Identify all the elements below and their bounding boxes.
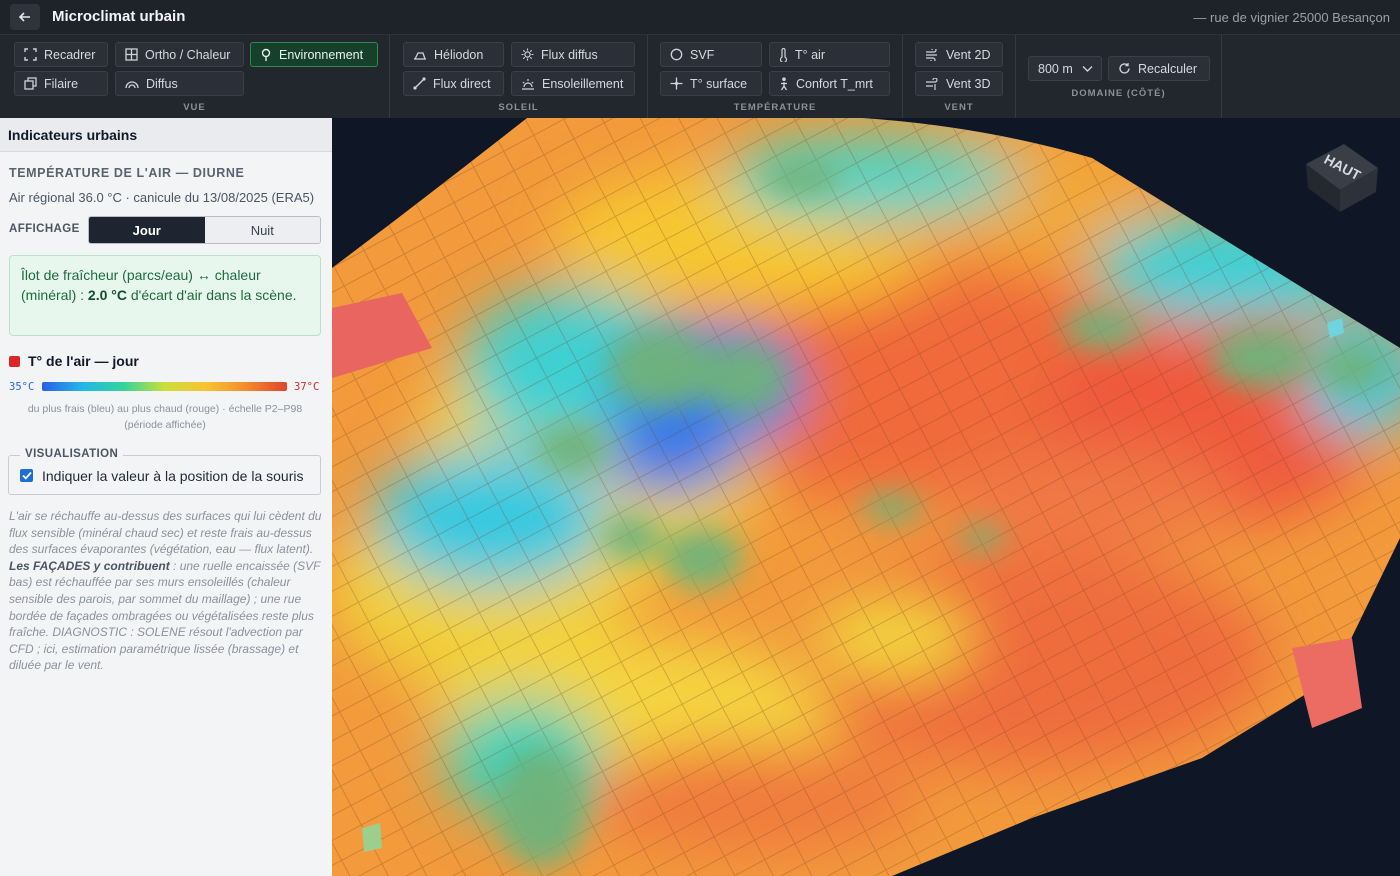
hover-value-checkbox[interactable] (20, 469, 33, 482)
map-viewport[interactable]: HAUT (332, 118, 1400, 876)
t-air-label: T° air (795, 47, 825, 62)
group-domaine: 800 m Recalculer DOMAINE (CÔTÉ) (1016, 35, 1222, 119)
legend-min: 35°C (9, 381, 35, 393)
section-title: TEMPÉRATURE DE L'AIR — DIURNE (9, 166, 245, 180)
wind-icon (926, 48, 937, 61)
ensoleillement-button[interactable]: Ensoleillement (511, 71, 635, 96)
wind-3d-icon (926, 77, 938, 90)
group-label-domaine: DOMAINE (CÔTÉ) (1071, 88, 1166, 99)
t-surface-label: T° surface (690, 76, 748, 91)
jour-option[interactable]: Jour (89, 217, 205, 243)
recadrer-button[interactable]: Recadrer (14, 42, 108, 67)
heliodon-icon (414, 51, 426, 60)
desc-part-1: L'air se réchauffe au-dessus des surface… (9, 509, 322, 557)
filaire-button[interactable]: Filaire (14, 71, 108, 96)
ortho-chaleur-button[interactable]: Ortho / Chaleur (115, 42, 244, 67)
arrow-left-icon (18, 12, 30, 22)
group-vue: Recadrer Ortho / Chaleur Environnement F… (0, 35, 390, 119)
domain-size-select[interactable]: 800 m (1028, 56, 1102, 81)
subtitle: Air régional 36.0 °C · canicule du 13/08… (9, 190, 315, 205)
sunrise-icon (522, 78, 534, 90)
heliodon-label: Héliodon (434, 47, 484, 62)
svf-button[interactable]: SVF (660, 42, 762, 67)
ortho-label: Ortho / Chaleur (145, 47, 231, 62)
confort-tmrt-button[interactable]: Confort T_mrt (769, 71, 890, 96)
dome-icon (125, 80, 139, 88)
flux-direct-label: Flux direct (433, 76, 491, 91)
legend-note: du plus frais (bleu) au plus chaud (roug… (27, 403, 303, 431)
desc-bold: Les FAÇADES y contribuent (9, 558, 170, 573)
group-label-soleil: SOLEIL (498, 102, 539, 113)
legend-title: T° de l'air — jour (9, 353, 139, 369)
nuit-option[interactable]: Nuit (204, 217, 320, 243)
confort-label: Confort T_mrt (796, 76, 873, 91)
group-label-temperature: TEMPÉRATURE (733, 102, 817, 113)
visualisation-label: VISUALISATION (20, 448, 124, 460)
group-label-vent: VENT (944, 102, 974, 113)
t-surface-button[interactable]: T° surface (660, 71, 762, 96)
info-text-post: d'écart d'air dans la scène. (126, 287, 297, 303)
view-cube[interactable]: HAUT (1296, 134, 1386, 225)
legend-gradient (42, 382, 287, 391)
vent-2d-label: Vent 2D (946, 47, 991, 62)
recalculer-button[interactable]: Recalculer (1108, 56, 1210, 81)
heliodon-button[interactable]: Héliodon (403, 42, 504, 67)
sun-icon (521, 48, 534, 61)
app-title: Microclimat urbain (52, 8, 186, 25)
grid-icon (125, 48, 138, 61)
chevron-down-icon (1082, 65, 1093, 72)
address-label: — rue de vignier 25000 Besançon (1193, 10, 1390, 25)
info-box: Îlot de fraîcheur (parcs/eau) ↔ chaleur … (9, 255, 321, 336)
cube-icon (24, 77, 37, 90)
vent-2d-button[interactable]: Vent 2D (915, 42, 1003, 67)
environnement-button[interactable]: Environnement (250, 42, 378, 67)
recalculer-label: Recalculer (1138, 61, 1198, 76)
legend-max: 37°C (294, 381, 320, 393)
toolbar: Recadrer Ortho / Chaleur Environnement F… (0, 34, 1400, 119)
day-night-toggle: Jour Nuit (88, 216, 321, 244)
diffus-button[interactable]: Diffus (115, 71, 244, 96)
thermometer-icon (779, 47, 788, 62)
back-button[interactable] (10, 4, 40, 30)
refresh-icon (1119, 63, 1130, 74)
info-value: 2.0 °C (87, 287, 127, 303)
vent-3d-label: Vent 3D (946, 76, 991, 91)
check-icon (21, 471, 32, 480)
recadrer-label: Recadrer (44, 47, 96, 62)
sparkle-icon (670, 77, 683, 90)
flux-direct-button[interactable]: Flux direct (403, 71, 504, 96)
sidebar: Indicateurs urbains TEMPÉRATURE DE L'AIR… (0, 118, 332, 876)
group-soleil: Héliodon Flux diffus Flux direct Ensolei… (390, 35, 648, 119)
heatmap-layer (332, 118, 1400, 876)
flux-diffus-button[interactable]: Flux diffus (511, 42, 635, 67)
affichage-label: AFFICHAGE (9, 223, 80, 235)
vent-3d-button[interactable]: Vent 3D (915, 71, 1003, 96)
group-vent: Vent 2D Vent 3D VENT (903, 35, 1016, 119)
environnement-label: Environnement (279, 47, 364, 62)
flux-diffus-label: Flux diffus (541, 47, 598, 62)
t-air-button[interactable]: T° air (769, 42, 890, 67)
title-bar: Microclimat urbain — rue de vignier 2500… (0, 0, 1400, 34)
svf-label: SVF (690, 47, 715, 62)
group-label-vue: VUE (183, 102, 206, 113)
legend-title-text: T° de l'air — jour (28, 353, 139, 369)
ensoleillement-label: Ensoleillement (542, 76, 624, 91)
hover-value-label[interactable]: Indiquer la valeur à la position de la s… (42, 468, 304, 484)
legend-swatch (9, 355, 20, 367)
domain-size-value: 800 m (1038, 61, 1073, 76)
group-temperature: SVF T° air T° surface Confort T_mrt TEMP… (648, 35, 903, 119)
pin-icon (261, 48, 271, 61)
circle-icon (670, 48, 683, 61)
filaire-label: Filaire (44, 76, 79, 91)
diffus-label: Diffus (146, 76, 178, 91)
desc-part-2: : une ruelle encaissée (SVF bas) est réc… (9, 558, 321, 673)
ray-icon (413, 77, 426, 90)
person-icon (780, 76, 788, 90)
view-cube-icon: HAUT (1306, 144, 1378, 212)
frame-icon (24, 48, 37, 61)
heatmap-scene[interactable] (332, 118, 1400, 876)
description-text: L'air se réchauffe au-dessus des surface… (9, 508, 325, 674)
sidebar-title: Indicateurs urbains (0, 118, 332, 152)
